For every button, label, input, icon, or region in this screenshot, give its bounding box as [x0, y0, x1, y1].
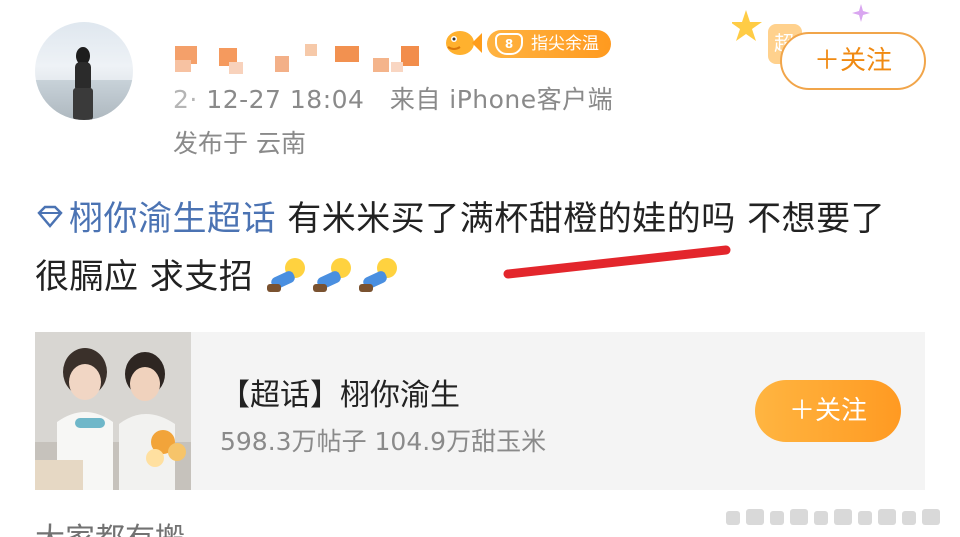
supertopic-title: 【超话】栩你渝生: [220, 378, 460, 413]
kneeling-emoji-icon: [266, 258, 305, 292]
fish-icon: [446, 31, 482, 55]
year-censored: 2·: [173, 85, 198, 114]
badge-label: 指尖余温: [531, 34, 599, 54]
kneeling-emoji-icon: [358, 258, 397, 292]
weibo-post: 8 指尖余温 超 ＋关注 2· 12-27 18:04 来自 iPhone客户端…: [0, 0, 960, 537]
supertopic-card[interactable]: 【超话】栩你渝生 598.3万帖子 104.9万甜玉米 ＋关注: [35, 332, 925, 490]
post-location: 发布于 云南: [173, 129, 306, 158]
thumbnail-photo: [35, 332, 191, 490]
nickname-censored[interactable]: [175, 40, 435, 78]
kneeling-emoji-icon: [312, 258, 351, 292]
watermark: [726, 509, 940, 525]
badge-level: 8: [495, 33, 523, 55]
supertopic-diamond-icon: [37, 205, 63, 228]
follow-button[interactable]: ＋关注: [780, 32, 926, 90]
avatar[interactable]: [35, 22, 133, 120]
supertopic-follow-button[interactable]: ＋关注: [755, 380, 901, 442]
post-content: 栩你渝生超话 有米米买了满杯甜橙的娃的吗 不想要了 很膈应 求支招: [35, 190, 915, 306]
post-source: 来自 iPhone客户端: [389, 85, 614, 114]
avatar-person: [73, 47, 93, 120]
supertopic-stats: 598.3万帖子 104.9万甜玉米: [220, 427, 547, 456]
sparkle-icon: [852, 4, 870, 22]
topic-name: 栩你渝生超话: [69, 199, 276, 239]
timestamp: 12-27 18:04: [206, 85, 365, 114]
supertopic-thumbnail: [35, 332, 191, 490]
post-meta: 2· 12-27 18:04 来自 iPhone客户端: [173, 80, 613, 116]
fan-level-badge[interactable]: 8 指尖余温: [487, 30, 611, 58]
next-post-text-partial: 大家都有搬: [35, 514, 185, 537]
topic-link[interactable]: 栩你渝生超话: [35, 199, 276, 239]
